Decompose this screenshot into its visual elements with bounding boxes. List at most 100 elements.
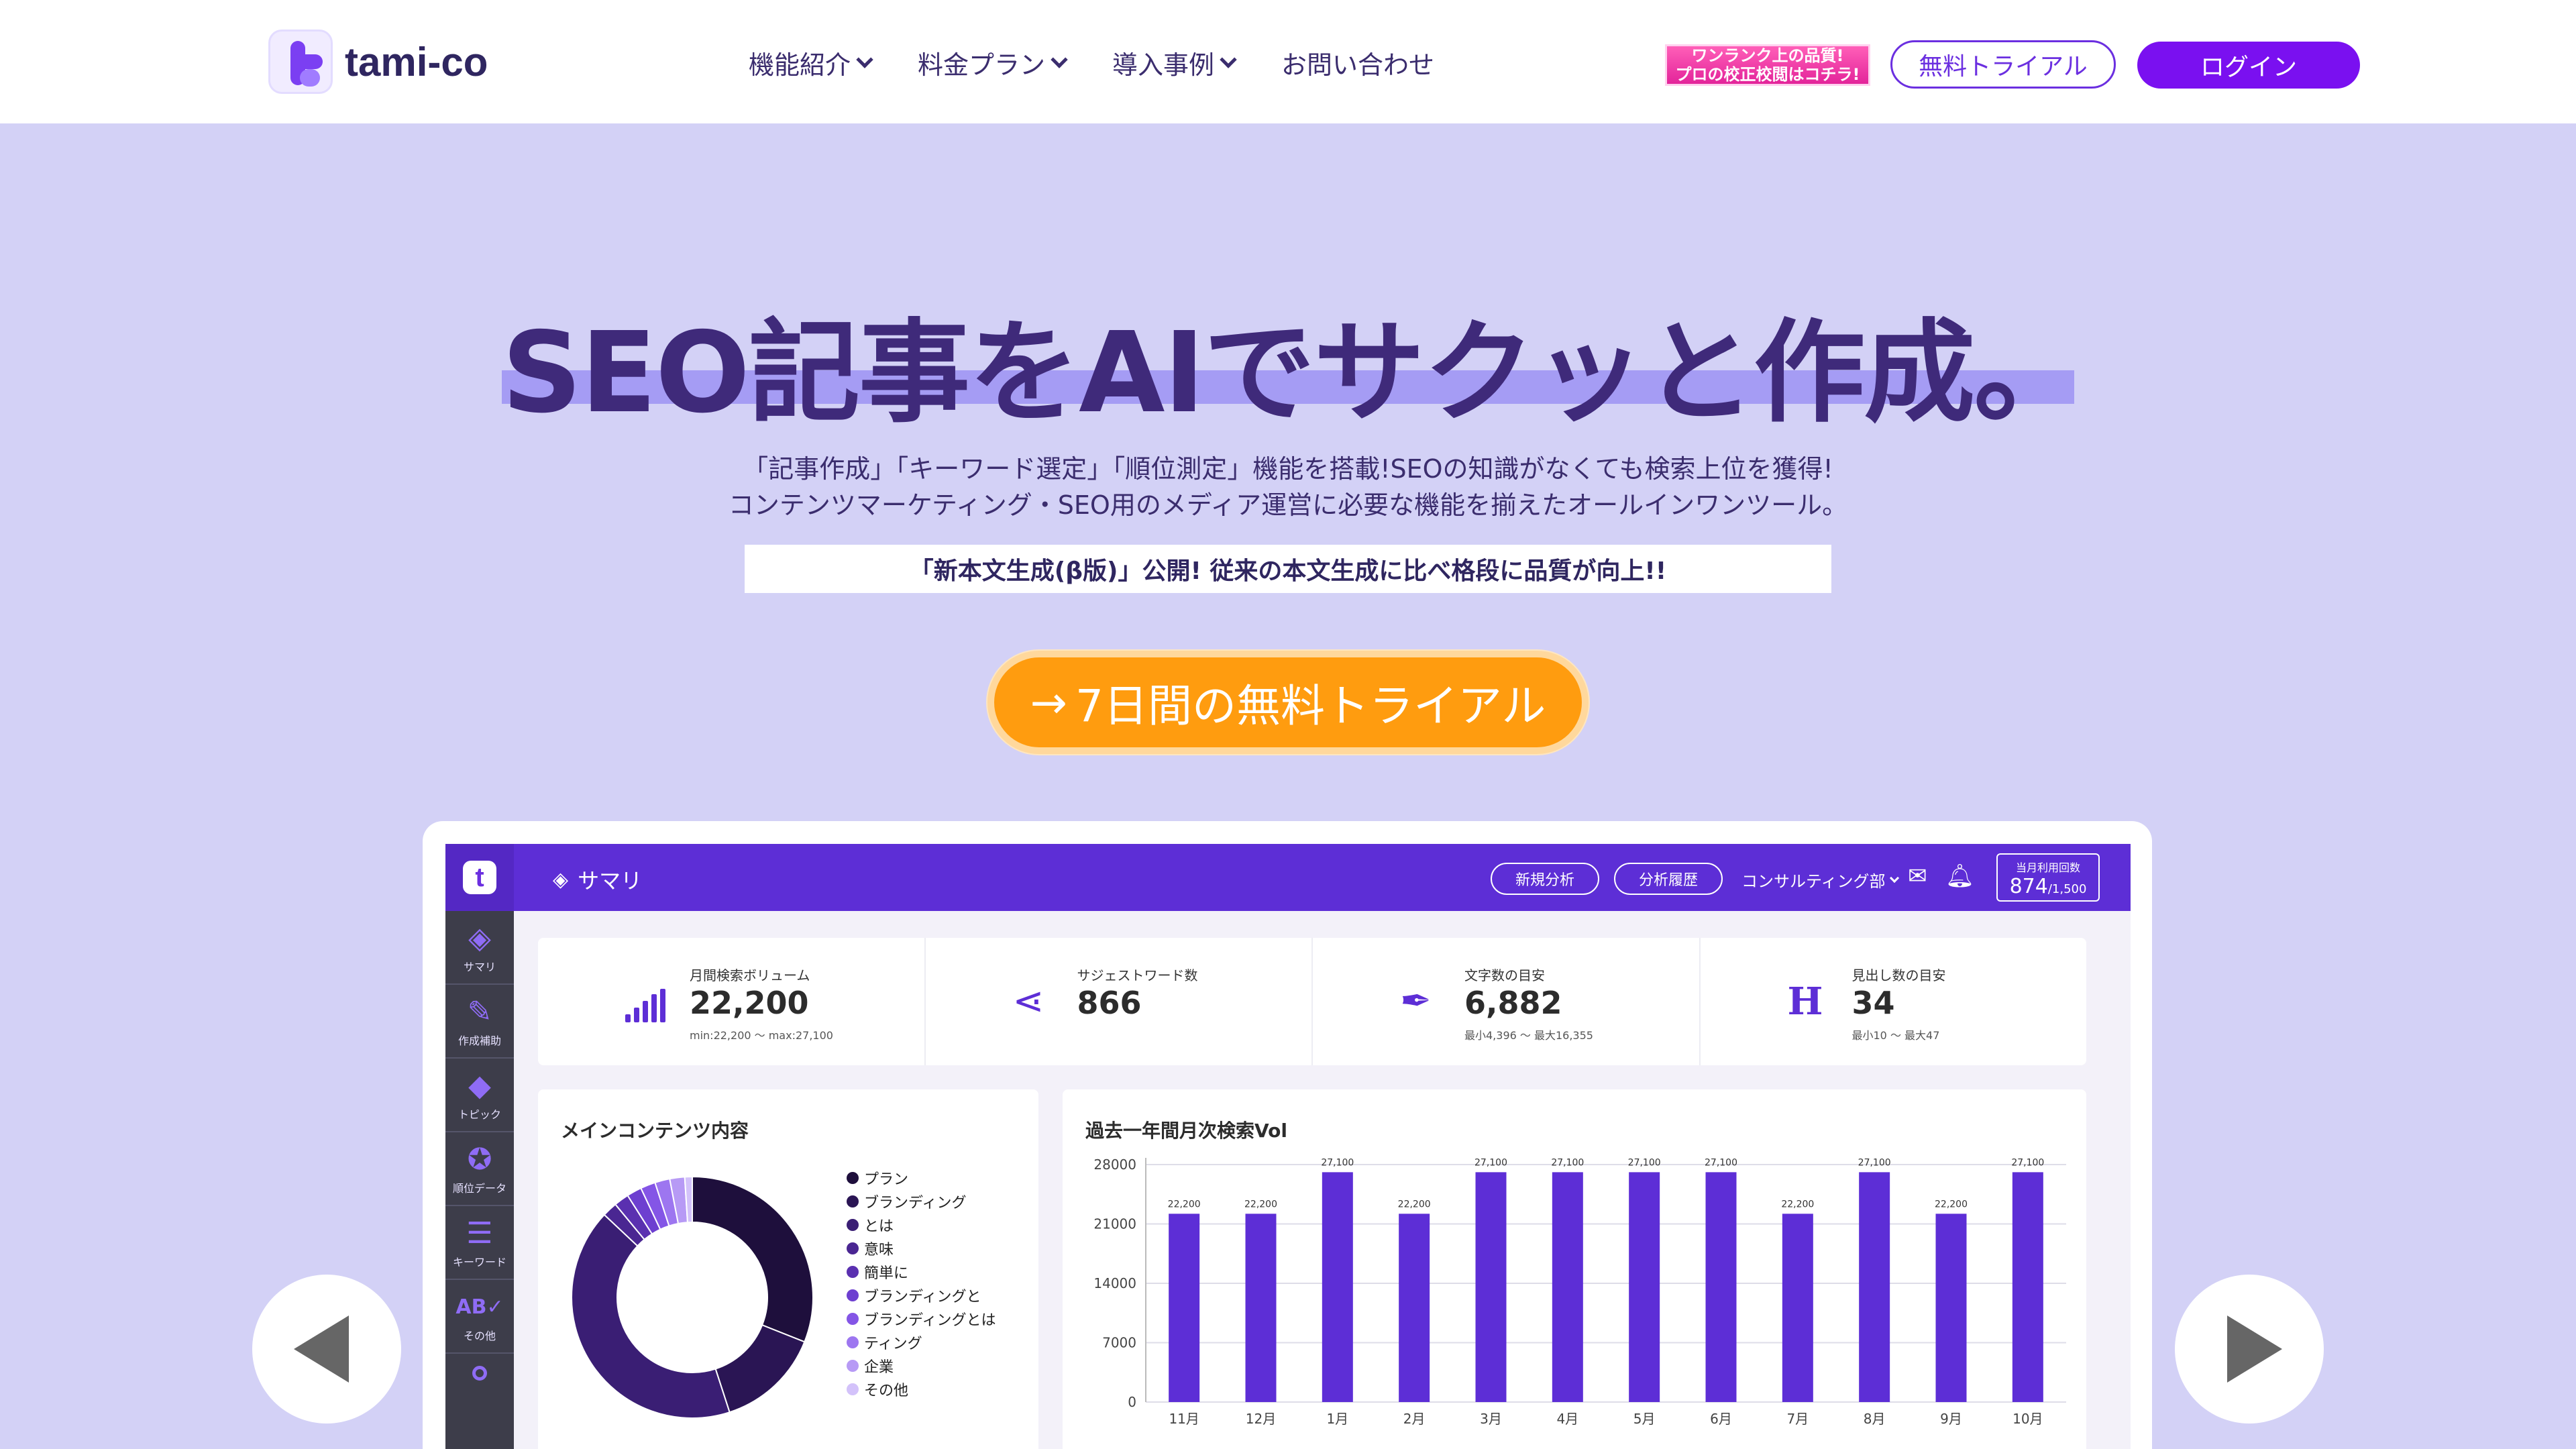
legend-label: その他 xyxy=(864,1382,909,1399)
sidebar-item-label: 作成補助 xyxy=(458,1034,501,1047)
legend-label: 企業 xyxy=(864,1358,894,1376)
dashboard-preview: ◈ サマリ 新規分析 分析履歴 コンサルティング部 ✉ 🔔︎ 当月利用回数 87… xyxy=(445,844,2131,1449)
login-button[interactable]: ログイン xyxy=(2137,42,2360,89)
monthly-usage-counter: 当月利用回数 874/1,500 xyxy=(1996,853,2100,902)
free-trial-button[interactable]: 無料トライアル xyxy=(1890,40,2116,89)
stat-value: 34 xyxy=(1851,985,1895,1021)
donut-chart xyxy=(571,1175,814,1419)
usage-value: 874 xyxy=(2009,875,2048,898)
hero-subtitle-line-2: コンテンツマーケティング・SEO用のメディア運営に必要な機能を揃えたオールインワ… xyxy=(728,490,1848,520)
sidebar-item-ranking-data[interactable]: ✪ 順位データ xyxy=(445,1134,514,1206)
layers-icon: ◈ xyxy=(553,867,569,892)
bar-value-label: 22,200 xyxy=(1244,1199,1277,1210)
logo-mark-icon xyxy=(268,30,333,94)
stats-row: 月間検索ボリューム 22,200 min:22,200 〜 max:27,100… xyxy=(538,938,2086,1065)
bar-value-label: 27,100 xyxy=(1321,1157,1354,1168)
sidebar-item-writing-assist[interactable]: ✎ 作成補助 xyxy=(445,986,514,1059)
analysis-history-button[interactable]: 分析履歴 xyxy=(1614,863,1723,895)
legend-swatch xyxy=(847,1218,859,1231)
sidebar-item-other[interactable]: AB✓ その他 xyxy=(445,1281,514,1354)
bar xyxy=(1782,1214,1813,1402)
hero-cta-button[interactable]: → 7日間の無料トライアル xyxy=(987,651,1589,754)
x-tick-label: 11月 xyxy=(1169,1411,1199,1427)
legend-label: ブランディングと xyxy=(864,1288,981,1305)
bar-value-label: 27,100 xyxy=(1474,1157,1507,1168)
stat-value: 866 xyxy=(1077,985,1142,1021)
nav-item-label: 料金プラン xyxy=(918,50,1046,80)
nav-item-label: お問い合わせ xyxy=(1281,50,1435,80)
gem-icon: ◆ xyxy=(468,1069,491,1103)
nav-item-contact[interactable]: お問い合わせ xyxy=(1281,44,1434,81)
sidebar-item-topic[interactable]: ◆ トピック xyxy=(445,1060,514,1132)
arrow-right-icon: → xyxy=(1030,676,1067,729)
settings-icon[interactable] xyxy=(472,1366,487,1381)
bar-value-label: 22,200 xyxy=(1168,1199,1201,1210)
site-header: tami-co 機能紹介 料金プラン 導入事例 お問い合わせ ワンランク上の品質… xyxy=(0,0,2576,123)
bar-chart: 0 7000 14000 21000 28000 22,200 11月 22,200 12月 27… xyxy=(1093,1157,2066,1427)
y-tick-label: 0 xyxy=(1128,1394,1136,1410)
bar xyxy=(2012,1172,2043,1402)
monthly-search-volume-panel: 過去一年間月次検索Vol 0 7000 14000 21000 28000 22,200 1… xyxy=(1063,1089,2086,1449)
promo-line-1: ワンランク上の品質! xyxy=(1691,46,1844,65)
heading-icon: H xyxy=(1787,979,1823,1024)
main-nav: 機能紹介 料金プラン 導入事例 お問い合わせ xyxy=(749,44,1481,81)
legend-item: ティング xyxy=(847,1330,996,1354)
sidebar-item-summary[interactable]: ◈ サマリ xyxy=(445,912,514,985)
donut-slice xyxy=(692,1175,814,1343)
proofreading-promo-banner[interactable]: ワンランク上の品質! プロの校正校閲はコチラ! xyxy=(1665,44,1870,86)
stat-character-count: ✒ 文字数の目安 6,882 最小4,396 〜 最大16,355 xyxy=(1313,938,1701,1065)
bell-icon[interactable]: 🔔︎ xyxy=(1945,863,1974,890)
bar xyxy=(1169,1214,1200,1402)
y-tick-label: 21000 xyxy=(1093,1216,1136,1232)
nav-item-case-studies[interactable]: 導入事例 xyxy=(1112,44,1237,81)
hero-title-block: SEO記事をAIでサクッと作成。 xyxy=(502,282,2085,438)
nav-item-features[interactable]: 機能紹介 xyxy=(749,44,873,81)
hero-subtitle-line-1: 「記事作成」「キーワード選定」「順位測定」機能を搭載!SEOの知識がなくても検索… xyxy=(743,454,1833,484)
legend-label: ブランディングとは xyxy=(864,1311,996,1329)
app-logo[interactable]: t xyxy=(445,844,514,911)
legend-item: 簡単に xyxy=(847,1260,996,1283)
app-sidebar: t ◈ サマリ ✎ 作成補助 ◆ トピック ✪ 順位データ ☰ キーワード AB… xyxy=(445,844,514,1449)
mail-icon[interactable]: ✉ xyxy=(1908,863,1927,890)
nav-item-label: 導入事例 xyxy=(1112,50,1215,80)
donut-legend: プラン ブランディング とは 意味 簡単に ブランディングと ブランディングとは ティング 企業… xyxy=(847,1166,996,1401)
hero-title: SEO記事をAIでサクッと作成。 xyxy=(502,309,2085,438)
department-selector[interactable]: コンサルティング部 xyxy=(1741,868,1899,892)
legend-item: ブランディングとは xyxy=(847,1307,996,1330)
new-analysis-button[interactable]: 新規分析 xyxy=(1491,863,1599,895)
legend-swatch xyxy=(847,1383,859,1395)
carousel-prev-button[interactable] xyxy=(252,1275,401,1424)
x-tick-label: 1月 xyxy=(1326,1411,1348,1427)
list-icon: ☰ xyxy=(466,1216,493,1250)
legend-swatch xyxy=(847,1336,859,1348)
app-topbar: ◈ サマリ 新規分析 分析履歴 コンサルティング部 ✉ 🔔︎ 当月利用回数 87… xyxy=(445,844,2131,911)
bar xyxy=(1322,1172,1353,1402)
legend-swatch xyxy=(847,1195,859,1208)
legend-item: ブランディング xyxy=(847,1189,996,1213)
x-tick-label: 10月 xyxy=(2012,1411,2043,1427)
x-tick-label: 4月 xyxy=(1556,1411,1578,1427)
legend-item: その他 xyxy=(847,1377,996,1401)
legend-swatch xyxy=(847,1359,859,1372)
bar xyxy=(1705,1172,1737,1402)
bar-value-label: 22,200 xyxy=(1935,1199,1968,1210)
bar xyxy=(1935,1214,1967,1402)
nav-item-pricing[interactable]: 料金プラン xyxy=(918,44,1068,81)
stat-range: 最小4,396 〜 最大16,355 xyxy=(1464,1029,1593,1042)
x-tick-label: 12月 xyxy=(1246,1411,1276,1427)
app-page-title: ◈ サマリ xyxy=(553,864,642,895)
medal-icon: ✪ xyxy=(467,1142,492,1177)
triangle-left-icon xyxy=(294,1316,349,1383)
legend-item: 企業 xyxy=(847,1354,996,1377)
logo-text: tami-co xyxy=(345,39,488,85)
site-logo[interactable]: tami-co xyxy=(268,30,488,94)
pen-nib-icon: ✒ xyxy=(1400,979,1432,1023)
x-tick-label: 8月 xyxy=(1864,1411,1886,1427)
carousel-next-button[interactable] xyxy=(2175,1275,2324,1424)
bar xyxy=(1629,1172,1660,1402)
stat-value: 22,200 xyxy=(690,985,809,1021)
sidebar-item-label: トピック xyxy=(458,1108,501,1121)
promo-line-2: プロの校正校閲はコチラ! xyxy=(1675,65,1860,84)
sidebar-item-keyword[interactable]: ☰ キーワード xyxy=(445,1208,514,1280)
bar-signal-icon xyxy=(625,989,669,1022)
